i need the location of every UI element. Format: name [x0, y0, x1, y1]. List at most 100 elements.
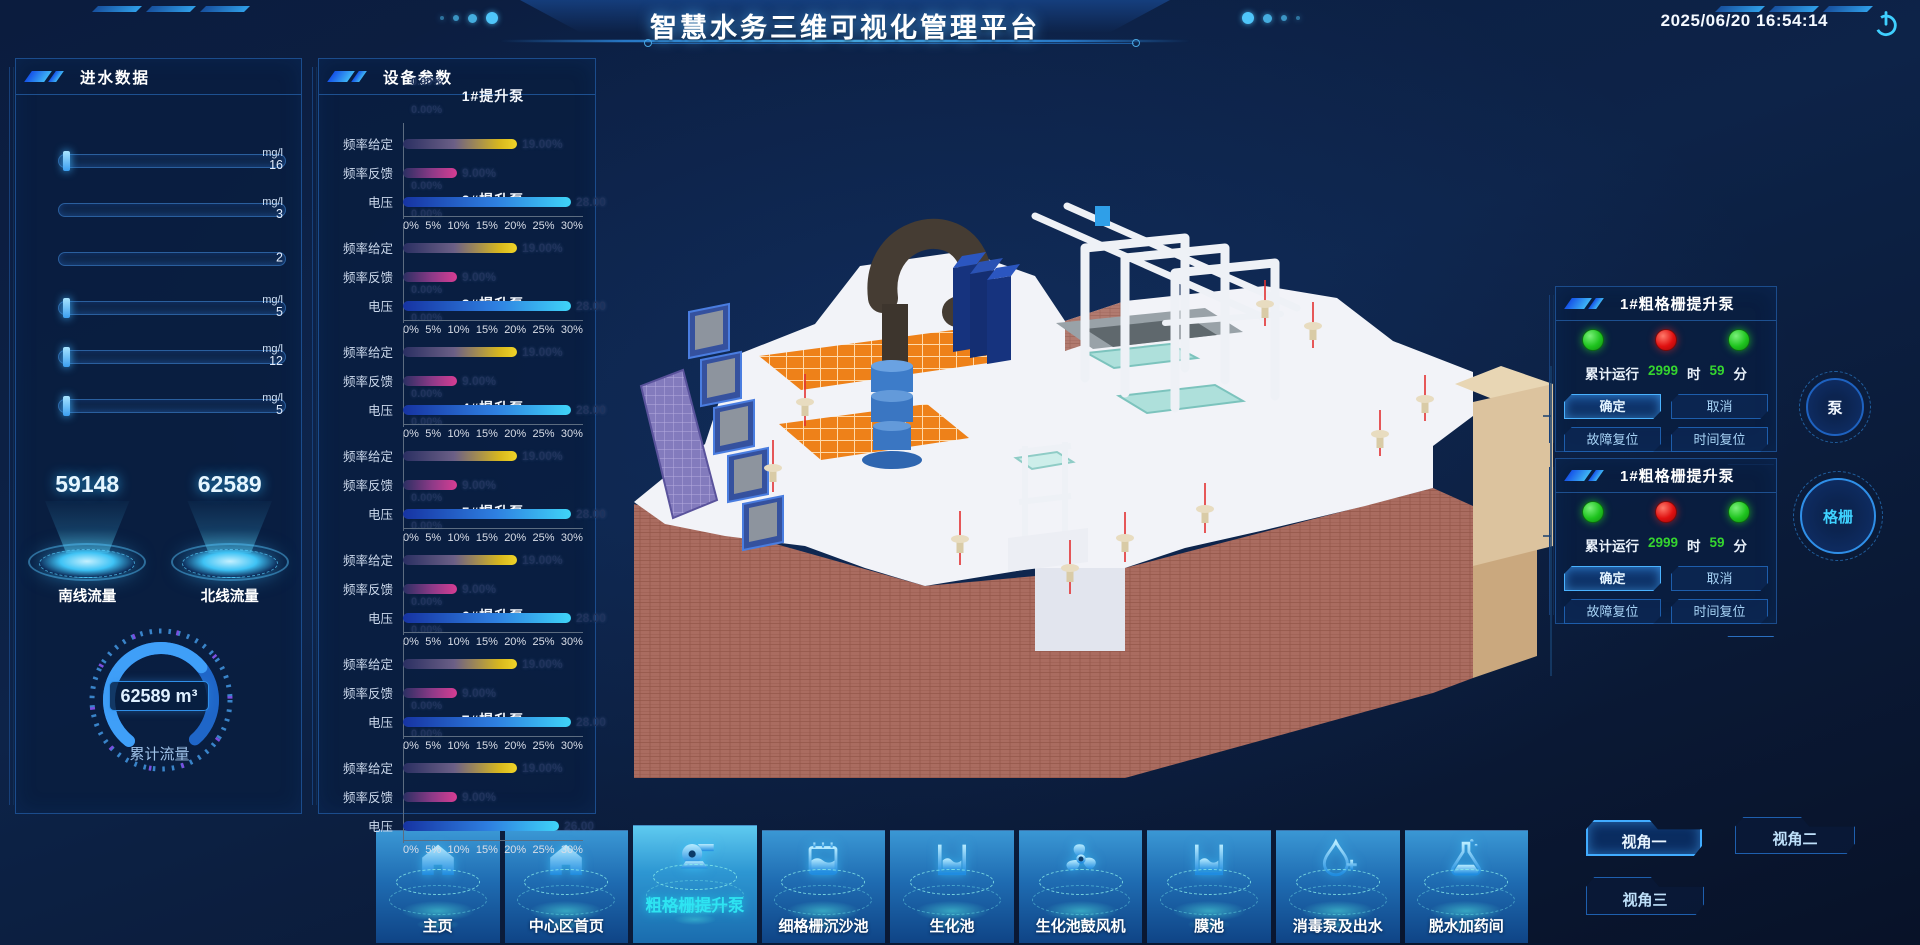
- axis-tick: 15%: [476, 220, 498, 232]
- bar-row-voltage: 电压 28.00: [331, 603, 583, 632]
- nav-tile-label: 消毒泵及出水: [1276, 915, 1400, 936]
- bar-label: 频率给定: [331, 342, 403, 361]
- bar-row-frequency-given: 频率给定 19.00%: [331, 545, 583, 574]
- header-bar: 智慧水务三维可视化管理平台 2025/06/20 16:54:14: [0, 0, 1920, 46]
- nav-tile-label: 脱水加药间: [1405, 915, 1529, 936]
- grid-circle-button[interactable]: 格栅: [1800, 478, 1876, 554]
- axis-tick: 20%: [504, 636, 526, 648]
- axis-tick: 0%: [403, 532, 419, 544]
- bar-label: 频率给定: [331, 446, 403, 465]
- control-buttons: 确定取消故障复位时间复位: [1556, 555, 1776, 624]
- nav-tile[interactable]: 脱水加药间: [1405, 830, 1529, 943]
- slider-thumb[interactable]: [63, 347, 70, 367]
- slider-thumb[interactable]: [63, 298, 70, 318]
- pump-chart-block: 0.00% 6#提升泵 0.00% 频率给定 19.00% 频率反馈: [331, 649, 583, 753]
- bar-fill: [403, 792, 457, 802]
- bar-label: 频率给定: [331, 134, 403, 153]
- bar-track: 28.00: [403, 299, 583, 313]
- nav-tile[interactable]: 生化池: [890, 830, 1014, 943]
- bar-value: 28.00: [576, 611, 606, 625]
- bar-label: 频率反馈: [331, 267, 403, 286]
- runtime-minutes: 59: [1710, 363, 1725, 383]
- bar-fill: [403, 480, 457, 490]
- view-angle-2-button[interactable]: 视角二: [1735, 817, 1855, 854]
- bar-fill: [403, 301, 571, 311]
- flow-meter-disc-glow: [182, 549, 278, 578]
- scene-3d-viewport[interactable]: [565, 116, 1565, 778]
- status-light: [1655, 329, 1677, 351]
- bar-value: 9.00%: [462, 582, 496, 596]
- slider-thumb[interactable]: [63, 151, 70, 171]
- bar-value: 9.00%: [462, 166, 496, 180]
- bar-value: 9.00%: [462, 270, 496, 284]
- power-button[interactable]: [1872, 9, 1900, 37]
- plant-3d-illustration: [565, 116, 1565, 778]
- nav-tile-label: 主页: [376, 915, 500, 936]
- pump-chart-block: 0.00% 3#提升泵 0.00% 频率给定 19.00% 频率反馈: [331, 337, 583, 441]
- quality-slider[interactable]: mg/l 16: [58, 154, 286, 168]
- quality-slider[interactable]: mg/l 3: [58, 203, 286, 217]
- bar-value: 19.00%: [522, 137, 563, 151]
- bar-value: 28.00: [576, 299, 606, 313]
- nav-tile[interactable]: 膜池: [1147, 830, 1271, 943]
- bar-fill: [403, 451, 517, 461]
- control-button[interactable]: 故障复位: [1564, 599, 1661, 624]
- bar-label: 频率反馈: [331, 579, 403, 598]
- control-button[interactable]: 取消: [1671, 566, 1768, 591]
- control-buttons: 确定取消故障复位时间复位: [1556, 383, 1776, 452]
- quality-slider[interactable]: 2: [58, 252, 286, 266]
- bar-row-frequency-feedback: 频率反馈 9.00%: [331, 678, 583, 707]
- quality-slider[interactable]: mg/l 5: [58, 301, 286, 315]
- bar-label: 电压: [331, 400, 403, 419]
- bar-track: 28.00: [403, 403, 583, 417]
- control-button[interactable]: 故障复位: [1564, 427, 1661, 452]
- control-button[interactable]: 时间复位: [1671, 427, 1768, 452]
- bar-value: 19.00%: [522, 761, 563, 775]
- bar-axis: 0% 5% 10% 15% 20% 25% 30%: [403, 320, 583, 336]
- runtime-hours-unit: 时: [1687, 535, 1701, 555]
- status-light: [1728, 329, 1750, 351]
- bar-track: 26.00: [403, 819, 583, 833]
- axis-tick: 5%: [425, 844, 441, 856]
- nav-tile[interactable]: 生化池鼓风机: [1019, 830, 1143, 943]
- quality-slider[interactable]: mg/l 5: [58, 399, 286, 413]
- bar-fill: [403, 717, 571, 727]
- nav-tile-label: 粗格栅提升泵: [633, 892, 757, 916]
- total-flow-unit: m³: [176, 686, 198, 707]
- pump-circle-button[interactable]: 泵: [1806, 378, 1864, 436]
- view-angle-3-button[interactable]: 视角三: [1586, 877, 1704, 915]
- control-button[interactable]: 确定: [1564, 566, 1661, 591]
- bar-row-frequency-given: 频率给定 19.00%: [331, 337, 583, 366]
- axis-tick: 30%: [561, 844, 583, 856]
- nav-tile-label: 生化池: [890, 915, 1014, 936]
- quality-slider[interactable]: mg/l 12: [58, 350, 286, 364]
- runtime-row: 累计运行 2999 时 59 分: [1556, 535, 1776, 555]
- panel-header: 进水数据: [16, 59, 301, 95]
- nav-tile-label: 生化池鼓风机: [1019, 915, 1143, 936]
- control-button[interactable]: 确定: [1564, 394, 1661, 419]
- bar-axis: 0% 5% 10% 15% 20% 25% 30%: [403, 736, 583, 752]
- zero-ghost-label: 0.00%: [403, 105, 583, 117]
- bar-row-frequency-feedback: 频率反馈 9.00%: [331, 262, 583, 291]
- bar-value: 26.00: [564, 819, 594, 833]
- bar-row-frequency-feedback: 频率反馈 9.00%: [331, 470, 583, 499]
- axis-tick: 5%: [425, 636, 441, 648]
- bar-axis: 0% 5% 10% 15% 20% 25% 30%: [403, 216, 583, 232]
- panel-header: 1#粗格栅提升泵: [1556, 287, 1776, 321]
- grid-pump-panel-1: 1#粗格栅提升泵 累计运行 2999 时 59 分 确定取消故障复位时间复位: [1555, 286, 1777, 452]
- view-angle-1-button[interactable]: 视角一: [1586, 820, 1702, 856]
- nav-tile[interactable]: 细格栅沉沙池: [762, 830, 886, 943]
- dashboard-root: 智慧水务三维可视化管理平台 2025/06/20 16:54:14: [0, 0, 1920, 945]
- bar-label: 电压: [331, 192, 403, 211]
- control-button[interactable]: 取消: [1671, 394, 1768, 419]
- bar-row-frequency-given: 频率给定 19.00%: [331, 441, 583, 470]
- nav-tile[interactable]: 消毒泵及出水: [1276, 830, 1400, 943]
- control-button[interactable]: 时间复位: [1671, 599, 1768, 624]
- bar-row-frequency-feedback: 频率反馈 9.00%: [331, 782, 583, 811]
- bar-axis: 0% 5% 10% 15% 20% 25% 30%: [403, 632, 583, 648]
- bar-row-frequency-given: 频率给定 19.00%: [331, 129, 583, 158]
- bar-label: 频率给定: [331, 758, 403, 777]
- slider-thumb[interactable]: [63, 396, 70, 416]
- axis-tick: 10%: [447, 740, 469, 752]
- nav-tile[interactable]: 粗格栅提升泵: [633, 825, 757, 943]
